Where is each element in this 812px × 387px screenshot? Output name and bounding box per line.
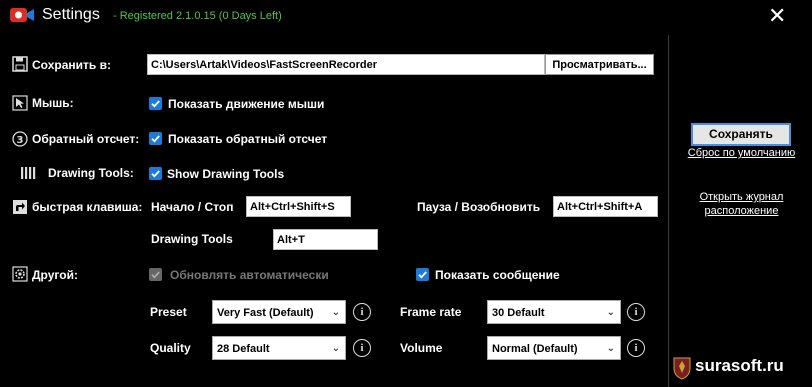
- frame-rate-value: 30 Default: [492, 307, 545, 319]
- show-mouse-label: Показать движение мыши: [168, 97, 325, 111]
- frame-rate-dropdown[interactable]: 30 Default ⌄: [487, 300, 621, 324]
- watermark-seal-icon: [673, 357, 691, 380]
- save-path-input[interactable]: C:\Users\Artak\Videos\FastScreenRecorder: [147, 54, 545, 75]
- drawing-tools-hotkey-label: Drawing Tools: [151, 232, 233, 246]
- frame-rate-label: Frame rate: [400, 305, 462, 319]
- close-icon[interactable]: ✕: [768, 3, 786, 29]
- preset-value: Very Fast (Default): [217, 307, 314, 319]
- mouse-label: Мышь:: [32, 96, 74, 110]
- countdown-label: Обратный отсчет:: [32, 132, 140, 146]
- pause-resume-label: Пауза / Возобновить: [417, 200, 541, 214]
- auto-update-label: Обновлять автоматически: [170, 268, 329, 282]
- show-countdown-checkbox[interactable]: [149, 132, 162, 145]
- save-to-label: Сохранить в:: [32, 58, 111, 72]
- frame-rate-info-icon[interactable]: i: [627, 303, 645, 321]
- title-bar: Settings - Registered 2.1.0.15 (0 Days L…: [0, 0, 812, 34]
- registration-status: - Registered 2.1.0.15 (0 Days Left): [113, 10, 282, 22]
- show-mouse-checkbox[interactable]: [149, 97, 162, 110]
- preset-label: Preset: [150, 305, 187, 319]
- show-countdown-label: Показать обратный отсчет: [168, 132, 328, 146]
- hotkeys-label: быстрая клавиша:: [32, 200, 143, 214]
- quality-dropdown[interactable]: 28 Default ⌄: [212, 336, 346, 360]
- browse-button[interactable]: Просматривать...: [545, 54, 654, 75]
- hotkey-arrow-icon: [13, 200, 27, 214]
- quality-value: 28 Default: [217, 343, 270, 355]
- show-drawing-tools-checkbox[interactable]: [149, 167, 162, 180]
- camera-app-icon: [10, 8, 34, 22]
- preset-dropdown[interactable]: Very Fast (Default) ⌄: [212, 300, 346, 324]
- pause-resume-hotkey-input[interactable]: Alt+Ctrl+Shift+A: [553, 196, 658, 217]
- countdown-icon: 3: [12, 131, 28, 147]
- floppy-disk-icon: [12, 56, 28, 72]
- save-button[interactable]: Сохранять: [691, 123, 791, 146]
- chevron-down-icon: ⌄: [606, 307, 615, 318]
- reset-defaults-link[interactable]: Сброс по умолчанию: [683, 147, 800, 159]
- quality-label: Quality: [150, 341, 191, 355]
- start-stop-label: Начало / Стоп: [151, 200, 234, 214]
- svg-text:3: 3: [17, 135, 24, 146]
- drawing-tools-icon: [21, 167, 36, 179]
- chevron-down-icon: ⌄: [606, 343, 615, 354]
- gear-icon: [12, 266, 28, 282]
- show-drawing-tools-label: Show Drawing Tools: [167, 167, 285, 181]
- preset-info-icon[interactable]: i: [353, 303, 371, 321]
- chevron-down-icon: ⌄: [331, 343, 340, 354]
- show-message-label: Показать сообщение: [435, 268, 560, 282]
- quality-info-icon[interactable]: i: [353, 339, 371, 357]
- volume-dropdown[interactable]: Normal (Default) ⌄: [487, 336, 621, 360]
- auto-update-checkbox[interactable]: [149, 268, 162, 281]
- volume-info-icon[interactable]: i: [627, 339, 645, 357]
- window-title: Settings: [42, 6, 100, 23]
- open-log-link[interactable]: Открыть журнал расположение: [683, 190, 800, 218]
- drawing-tools-label: Drawing Tools:: [48, 166, 134, 180]
- drawing-tools-hotkey-input[interactable]: Alt+T: [273, 229, 378, 250]
- other-label: Другой:: [32, 268, 78, 282]
- show-message-checkbox[interactable]: [416, 268, 429, 281]
- volume-label: Volume: [400, 341, 443, 355]
- mouse-cursor-icon: [12, 95, 28, 111]
- start-stop-hotkey-input[interactable]: Alt+Ctrl+Shift+S: [246, 196, 351, 217]
- volume-value: Normal (Default): [492, 343, 578, 355]
- watermark-text: surasoft.ru: [695, 356, 784, 375]
- chevron-down-icon: ⌄: [331, 307, 340, 318]
